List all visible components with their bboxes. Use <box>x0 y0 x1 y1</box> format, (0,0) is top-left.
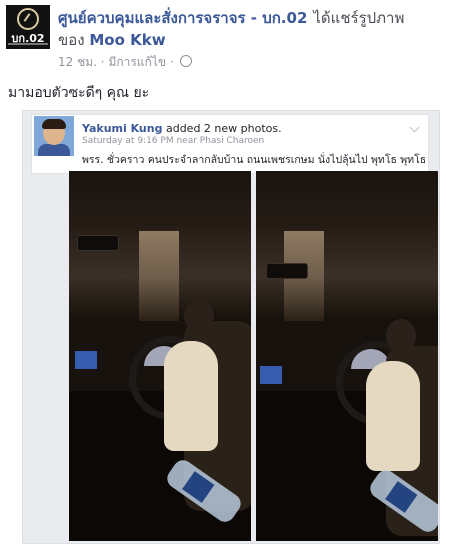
user-avatar[interactable] <box>34 116 74 156</box>
post-header: ศูนย์ควบคุมและสั่งการจราจร - บก.02 ได้แชร… <box>58 8 450 28</box>
post-header-owner: ของ Moo Kkw <box>58 30 166 50</box>
page-name-link[interactable]: ศูนย์ควบคุมและสั่งการจราจร - บก.02 <box>58 9 307 27</box>
of-label: ของ <box>58 31 85 49</box>
chevron-down-icon[interactable] <box>409 122 420 133</box>
globe-icon[interactable] <box>179 55 192 67</box>
facebook-post: บก.02 ศูนย์ควบคุมและสั่งการจราจร - บก.02… <box>0 0 455 545</box>
page-logo-icon <box>17 8 39 30</box>
shared-post[interactable]: Yakumi Kung added 2 new photos. Saturday… <box>22 110 440 544</box>
post-action-text: ได้แชร์รูปภาพ <box>313 9 405 27</box>
owner-name-link[interactable]: Moo Kkw <box>89 31 165 49</box>
photo-1[interactable] <box>69 171 251 541</box>
page-avatar[interactable]: บก.02 <box>6 5 50 49</box>
photo-2[interactable] <box>256 171 438 541</box>
post-time-link[interactable]: 12 ชม. <box>58 55 97 69</box>
post-caption: มามอบตัวซะดีๆ คุณ ยะ <box>8 85 150 101</box>
shared-post-text: พรร. ชั่วคราว คนประจำลากลับบ้าน ถนนเพชรเ… <box>82 154 427 166</box>
shared-action-text: added 2 new photos. <box>165 122 282 135</box>
shared-post-time[interactable]: Saturday at 9:16 PM near Phasi Charoen <box>82 136 264 146</box>
edited-link[interactable]: มีการแก้ไข <box>108 55 166 69</box>
post-meta: 12 ชม. · มีการแก้ไข · <box>58 53 192 72</box>
user-name-link[interactable]: Yakumi Kung <box>82 122 162 135</box>
shared-post-header: Yakumi Kung added 2 new photos. Saturday… <box>31 114 429 174</box>
shared-post-title: Yakumi Kung added 2 new photos. <box>82 122 282 135</box>
